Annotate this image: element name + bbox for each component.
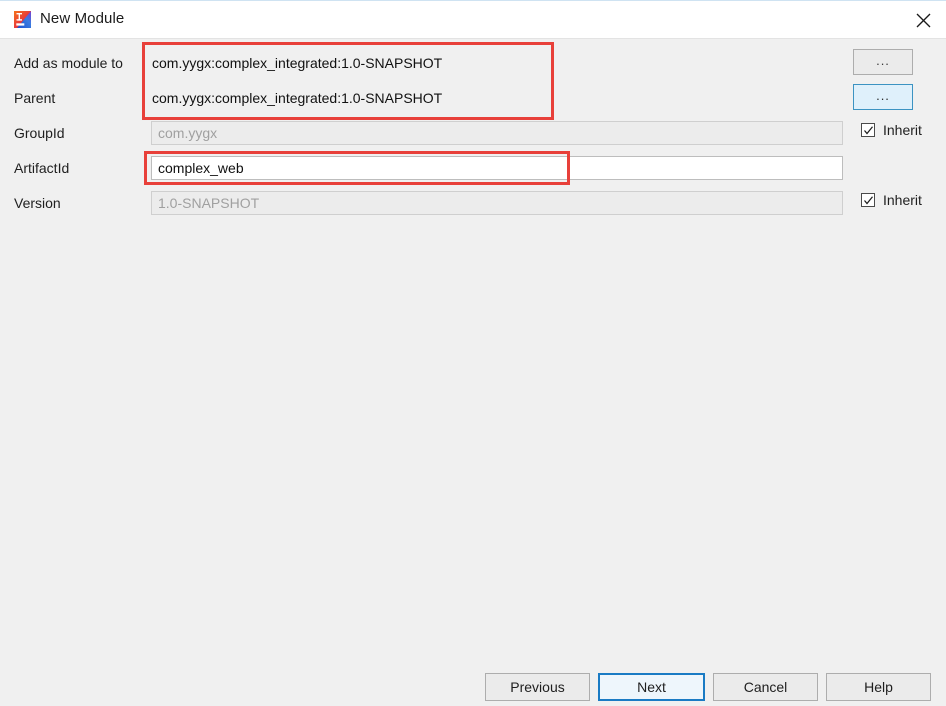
dialog-body: Add as module to com.yygx:complex_integr… [0, 38, 946, 706]
inherit-version-label: Inherit [883, 192, 922, 208]
label-add-as-module-to: Add as module to [14, 55, 123, 71]
previous-button[interactable]: Previous [485, 673, 590, 701]
inherit-groupid-label: Inherit [883, 122, 922, 138]
label-parent: Parent [14, 90, 56, 106]
intellij-idea-icon [14, 11, 31, 28]
dialog-title: New Module [40, 10, 125, 27]
checkmark-icon [861, 123, 875, 137]
inherit-version-checkbox[interactable]: Inherit [861, 192, 922, 208]
add-as-module-to-combo[interactable]: com.yygx:complex_integrated:1.0-SNAPSHOT [152, 51, 842, 75]
version-input[interactable]: 1.0-SNAPSHOT [151, 191, 843, 215]
inherit-groupid-checkbox[interactable]: Inherit [861, 122, 922, 138]
next-button[interactable]: Next [598, 673, 705, 701]
help-button[interactable]: Help [826, 673, 931, 701]
cancel-button[interactable]: Cancel [713, 673, 818, 701]
artifactid-input[interactable]: complex_web [151, 156, 843, 180]
parent-combo[interactable]: com.yygx:complex_integrated:1.0-SNAPSHOT [152, 86, 842, 110]
close-icon[interactable] [900, 1, 946, 39]
checkmark-icon [861, 193, 875, 207]
browse-parent-button[interactable]: ... [853, 84, 913, 110]
dialog-title-bar: New Module [0, 0, 946, 38]
groupid-input[interactable]: com.yygx [151, 121, 843, 145]
browse-module-button[interactable]: ... [853, 49, 913, 75]
label-version: Version [14, 195, 61, 211]
label-groupid: GroupId [14, 125, 65, 141]
label-artifactid: ArtifactId [14, 160, 70, 176]
